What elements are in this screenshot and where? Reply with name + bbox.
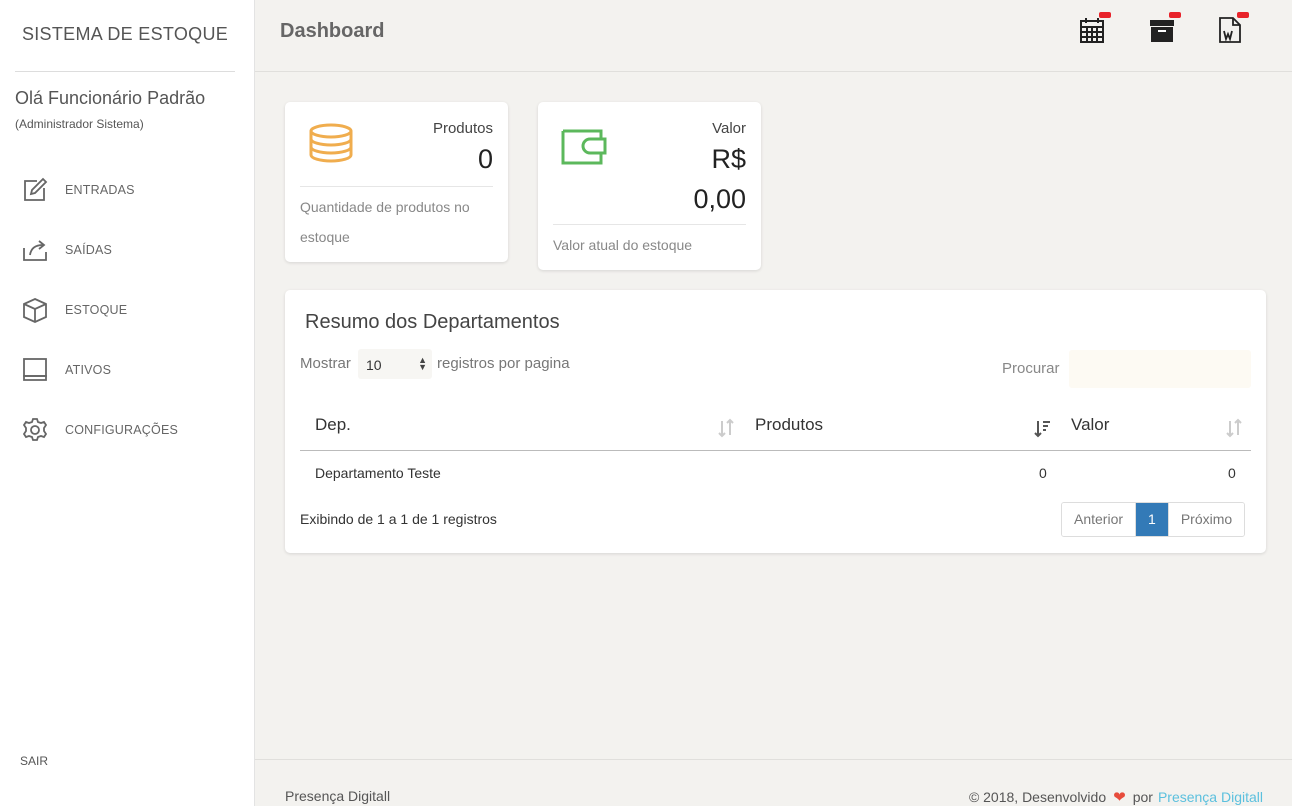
sidebar-item-configuracoes[interactable]: CONFIGURAÇÕES [0, 400, 254, 460]
sidebar-item-estoque[interactable]: ESTOQUE [0, 280, 254, 340]
page-title: Dashboard [280, 20, 385, 42]
brand-title: SISTEMA DE ESTOQUE [15, 0, 235, 72]
stat-value: 0 [477, 144, 493, 174]
notification-badge [1237, 12, 1249, 18]
column-header-dep[interactable]: Dep. [315, 415, 351, 435]
footer: Presença Digitall © 2018, Desenvolvido ❤… [255, 759, 1292, 806]
page-size-select[interactable]: 10 ▲ ▼ [358, 349, 432, 379]
coins-icon [307, 122, 355, 175]
wallet-icon [560, 127, 608, 172]
box-icon [21, 296, 49, 324]
sidebar-item-label: SAÍDAS [65, 243, 113, 257]
table-info: Exibindo de 1 a 1 de 1 registros [300, 511, 497, 527]
sort-both-icon[interactable] [1225, 418, 1243, 438]
sidebar-menu: ENTRADAS SAÍDAS ESTOQUE ATIVOS CONFIGURA… [0, 160, 254, 460]
edit-icon [21, 176, 49, 204]
gear-icon [21, 416, 49, 444]
stat-title: Produtos [432, 120, 493, 137]
section-title: Resumo dos Departamentos [305, 311, 560, 333]
divider [553, 224, 746, 225]
stat-title: Valor [712, 120, 746, 137]
sidebar-item-label: CONFIGURAÇÕES [65, 423, 179, 437]
stat-value-currency: R$ [711, 144, 746, 174]
calendar-icon[interactable] [1079, 12, 1111, 48]
stat-value-amount: 0,00 [693, 184, 746, 214]
sidebar: SISTEMA DE ESTOQUE Olá Funcionário Padrã… [0, 0, 255, 806]
products-stat-card: Produtos 0 Quantidade de produtos no est… [285, 102, 508, 262]
cell-valor: 0 [1228, 465, 1236, 481]
footer-link[interactable]: Presença Digitall [1158, 789, 1263, 805]
show-label: Mostrar [300, 355, 351, 372]
pagination-page-1[interactable]: 1 [1136, 503, 1168, 536]
stat-description: Valor atual do estoque [553, 237, 693, 253]
value-stat-card: Valor R$ 0,00 Valor atual do estoque [538, 102, 761, 270]
archive-icon[interactable] [1149, 12, 1181, 48]
notification-badge [1099, 12, 1111, 18]
sort-both-icon[interactable] [717, 418, 735, 438]
table-header-divider [300, 450, 1251, 451]
sidebar-item-saidas[interactable]: SAÍDAS [0, 220, 254, 280]
footer-credits: © 2018, Desenvolvido ❤ por Presença Digi… [969, 788, 1263, 806]
user-role: (Administrador Sistema) [15, 117, 144, 131]
show-suffix: registros por pagina [437, 355, 570, 372]
heart-icon: ❤ [1113, 789, 1126, 806]
laptop-icon [21, 356, 49, 384]
footer-company: Presença Digitall [285, 788, 391, 804]
search-input[interactable] [1069, 350, 1251, 388]
search-label: Procurar [1002, 360, 1060, 377]
sort-desc-icon[interactable] [1033, 418, 1051, 438]
column-header-valor[interactable]: Valor [1071, 415, 1109, 435]
sidebar-item-label: ENTRADAS [65, 183, 135, 197]
pagination-prev-button[interactable]: Anterior [1062, 503, 1137, 536]
footer-by: por [1132, 789, 1153, 805]
column-header-produtos[interactable]: Produtos [755, 415, 823, 435]
notification-badge [1169, 12, 1181, 18]
word-file-icon[interactable] [1217, 12, 1249, 48]
cell-produtos: 0 [1039, 465, 1047, 481]
pagination-next-button[interactable]: Próximo [1167, 503, 1245, 536]
user-greeting: Olá Funcionário Padrão [15, 88, 206, 108]
select-caret-icon: ▲ ▼ [418, 355, 427, 372]
sidebar-item-label: ESTOQUE [65, 303, 128, 317]
share-icon [21, 236, 49, 264]
sidebar-item-entradas[interactable]: ENTRADAS [0, 160, 254, 220]
pagination: Anterior 1 Próximo [1061, 502, 1246, 537]
stat-description: Quantidade de produtos no estoque [300, 199, 470, 245]
topbar: Dashboard [255, 0, 1292, 72]
cell-dep: Departamento Teste [315, 465, 441, 481]
page-size-value: 10 [366, 357, 382, 373]
footer-copyright: © 2018, Desenvolvido [968, 789, 1107, 805]
logout-link[interactable]: SAIR [20, 754, 48, 768]
departments-summary-card: Resumo dos Departamentos Mostrar 10 ▲ ▼ r… [285, 290, 1266, 553]
sidebar-item-label: ATIVOS [65, 363, 112, 377]
divider [300, 186, 493, 187]
sidebar-item-ativos[interactable]: ATIVOS [0, 340, 254, 400]
